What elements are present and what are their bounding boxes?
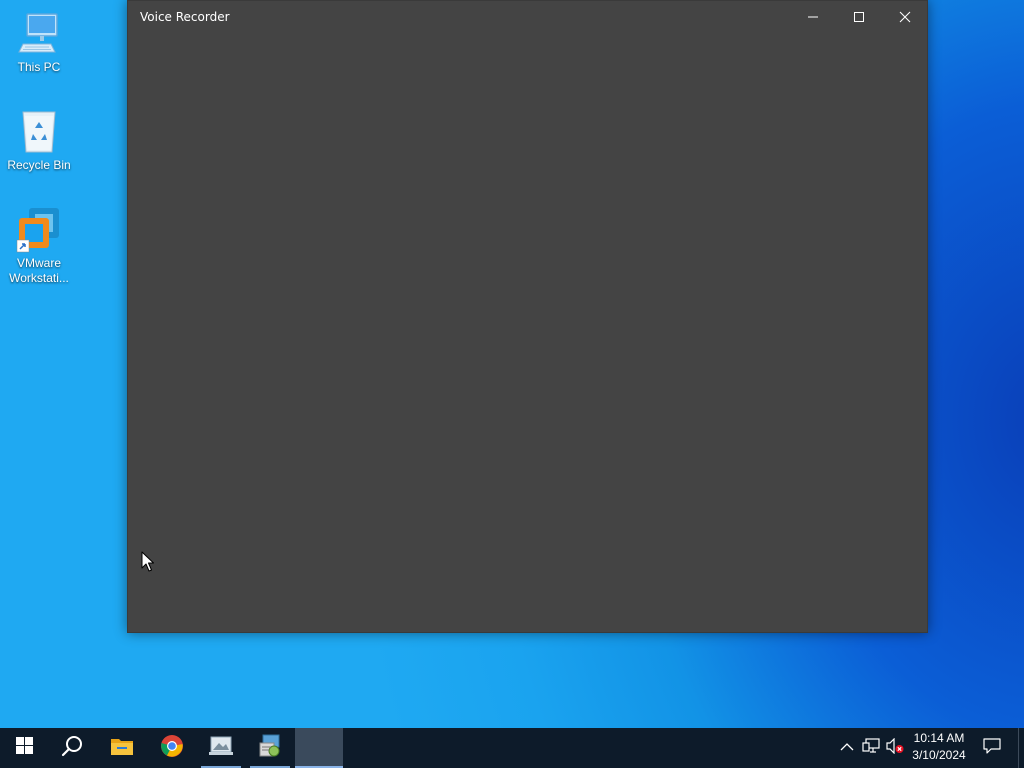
minimize-icon <box>807 11 819 23</box>
clock-date: 3/10/2024 <box>912 748 966 762</box>
search-button[interactable] <box>48 728 96 768</box>
voice-recorder-window[interactable]: Voice Recorder <box>127 0 928 633</box>
minimize-button[interactable] <box>790 1 836 33</box>
desktop: This PC Recycle Bin VMware Workstati... … <box>0 0 1024 768</box>
maximize-button[interactable] <box>836 1 882 33</box>
clock-time: 10:14 AM <box>913 731 965 745</box>
photo-app-icon <box>208 735 234 762</box>
volume-muted-icon <box>886 737 904 759</box>
notification-icon <box>983 737 1001 759</box>
window-title: Voice Recorder <box>140 10 230 24</box>
recycle-bin-icon <box>15 108 63 156</box>
close-button[interactable] <box>882 1 928 33</box>
title-bar[interactable]: Voice Recorder <box>128 1 927 33</box>
taskbar-voice-recorder[interactable] <box>295 728 343 768</box>
desktop-icon-label: This PC <box>17 60 61 74</box>
network-button[interactable] <box>861 737 881 759</box>
show-desktop-button[interactable] <box>1018 728 1024 768</box>
desktop-icon-recycle-bin[interactable]: Recycle Bin <box>1 108 77 173</box>
desktop-icon-label-line2: Workstati... <box>9 271 69 285</box>
desktop-icon-this-pc[interactable]: This PC <box>1 10 77 75</box>
action-center-button[interactable] <box>978 728 1006 768</box>
show-hidden-icons-button[interactable] <box>837 738 857 758</box>
network-icon <box>862 737 880 759</box>
window-content-area <box>128 33 927 633</box>
taskbar-file-explorer[interactable] <box>98 728 146 768</box>
taskbar-installer[interactable] <box>246 728 294 768</box>
volume-button[interactable] <box>885 737 905 759</box>
desktop-icon-label-line1: VMware <box>16 256 61 270</box>
computer-icon <box>15 10 63 58</box>
desktop-icon-vmware[interactable]: VMware Workstati... <box>1 206 77 286</box>
search-icon <box>61 735 83 762</box>
start-button[interactable] <box>0 728 48 768</box>
file-explorer-icon <box>110 736 134 761</box>
taskbar-clock[interactable]: 10:14 AM 3/10/2024 <box>906 730 972 766</box>
installer-icon <box>257 734 283 763</box>
chevron-up-icon <box>840 739 854 757</box>
taskbar-chrome[interactable] <box>148 728 196 768</box>
desktop-icon-label: Recycle Bin <box>7 158 71 172</box>
vmware-icon <box>15 206 63 254</box>
windows-start-icon <box>15 737 33 759</box>
taskbar: 10:14 AM 3/10/2024 <box>0 728 1024 768</box>
chrome-icon <box>160 734 184 763</box>
close-icon <box>899 11 911 23</box>
mouse-cursor-icon <box>141 551 155 578</box>
taskbar-photo-app[interactable] <box>197 728 245 768</box>
maximize-icon <box>853 11 865 23</box>
